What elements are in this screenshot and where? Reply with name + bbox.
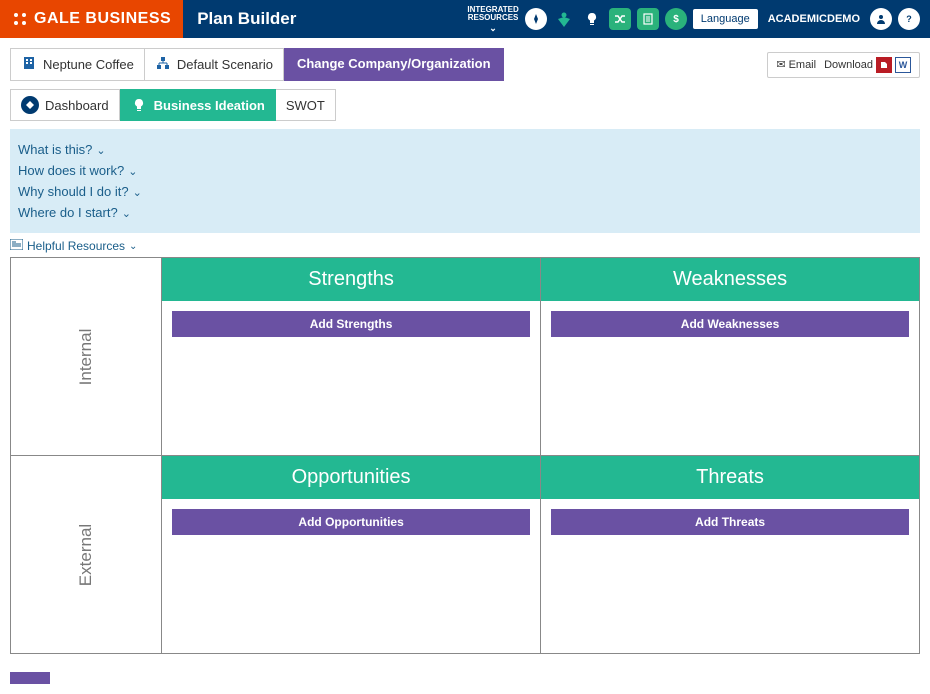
scenario-crumb-label: Default Scenario	[177, 57, 273, 72]
header: GALE BUSINESS Plan Builder INTEGRATEDRES…	[0, 0, 930, 38]
building-icon	[21, 55, 37, 74]
threats-header: Threats	[541, 456, 919, 499]
strengths-header: Strengths	[162, 258, 540, 301]
lightbulb-tab-icon	[130, 96, 148, 114]
help-icon[interactable]: ?	[898, 8, 920, 30]
add-weaknesses-button[interactable]: Add Weaknesses	[551, 311, 909, 337]
tab-bar: Dashboard Business Ideation SWOT	[10, 89, 920, 121]
app-title: Plan Builder	[183, 0, 467, 38]
faq-what-is-this[interactable]: What is this?⌄	[18, 139, 912, 160]
user-name: ACADEMICDEMO	[764, 13, 864, 25]
chevron-down-icon: ⌄	[133, 187, 142, 199]
helpful-resources-link[interactable]: Helpful Resources ⌄	[10, 233, 137, 257]
integrated-resources-button[interactable]: INTEGRATEDRESOURCES⌄	[467, 6, 518, 33]
quad-weaknesses: Weaknesses Add Weaknesses	[541, 258, 920, 456]
company-crumb-label: Neptune Coffee	[43, 57, 134, 72]
toolbar-row: Neptune Coffee Default Scenario Change C…	[10, 48, 920, 81]
chevron-down-icon: ⌄	[489, 24, 497, 33]
document-icon[interactable]	[637, 8, 659, 30]
quad-opportunities: Opportunities Add Opportunities	[162, 456, 541, 654]
chevron-down-icon: ⌄	[128, 166, 137, 178]
export-group: ✉ Email Download W	[767, 52, 920, 78]
lightbulb-icon[interactable]	[581, 8, 603, 30]
add-strengths-button[interactable]: Add Strengths	[172, 311, 530, 337]
quad-strengths: Strengths Add Strengths	[162, 258, 541, 456]
company-crumb[interactable]: Neptune Coffee	[10, 48, 145, 81]
axis-external: External	[11, 456, 162, 654]
email-button[interactable]: ✉ Email	[776, 58, 816, 71]
content-area: Neptune Coffee Default Scenario Change C…	[0, 38, 930, 694]
scenario-crumb[interactable]: Default Scenario	[145, 48, 284, 81]
money-icon[interactable]: $	[665, 8, 687, 30]
axis-external-label: External	[76, 523, 96, 585]
download-pdf-button[interactable]	[876, 57, 892, 73]
axis-internal: Internal	[11, 258, 162, 456]
tab-dashboard[interactable]: Dashboard	[10, 89, 120, 121]
download-label: Download	[824, 59, 873, 71]
change-company-button[interactable]: Change Company/Organization	[284, 48, 504, 81]
chevron-down-icon: ⌄	[96, 145, 105, 157]
tab-business-ideation[interactable]: Business Ideation	[120, 89, 276, 121]
add-opportunities-button[interactable]: Add Opportunities	[172, 509, 530, 535]
email-label: Email	[789, 59, 817, 71]
breadcrumb-group: Neptune Coffee Default Scenario Change C…	[10, 48, 504, 81]
chevron-down-icon: ⌄	[122, 208, 131, 220]
tab-dashboard-label: Dashboard	[45, 98, 109, 113]
tab-swot-label: SWOT	[286, 98, 325, 113]
axis-internal-label: Internal	[76, 328, 96, 385]
dashboard-icon	[21, 96, 39, 114]
weaknesses-header: Weaknesses	[541, 258, 919, 301]
envelope-icon: ✉	[776, 58, 785, 71]
shuffle-icon[interactable]	[609, 8, 631, 30]
download-group: Download W	[824, 57, 911, 73]
hierarchy-icon	[155, 55, 171, 74]
user-icon[interactable]	[870, 8, 892, 30]
add-threats-button[interactable]: Add Threats	[551, 509, 909, 535]
opportunities-header: Opportunities	[162, 456, 540, 499]
faq-how-does-it-work[interactable]: How does it work?⌄	[18, 160, 912, 181]
quad-threats: Threats Add Threats	[541, 456, 920, 654]
helpful-resources-label: Helpful Resources	[27, 239, 125, 253]
svg-text:?: ?	[906, 14, 912, 24]
faq-where-do-i-start[interactable]: Where do I start?⌄	[18, 202, 912, 223]
header-tools: INTEGRATEDRESOURCES⌄ $ Language ACADEMIC…	[467, 0, 930, 38]
newspaper-icon	[10, 239, 23, 253]
language-button[interactable]: Language	[693, 9, 758, 29]
gale-logo-icon	[12, 11, 28, 27]
tab-ideation-label: Business Ideation	[154, 98, 265, 113]
swot-grid: Internal Strengths Add Strengths Weaknes…	[10, 257, 920, 654]
brand-logo[interactable]: GALE BUSINESS	[0, 0, 183, 38]
bottom-button[interactable]	[10, 672, 50, 684]
faq-why-should-i[interactable]: Why should I do it?⌄	[18, 181, 912, 202]
compass-icon[interactable]	[525, 8, 547, 30]
chevron-down-icon: ⌄	[129, 241, 137, 252]
person-icon[interactable]	[553, 8, 575, 30]
faq-box: What is this?⌄ How does it work?⌄ Why sh…	[10, 129, 920, 233]
brand-text: GALE BUSINESS	[34, 10, 171, 28]
download-word-button[interactable]: W	[895, 57, 911, 73]
svg-text:$: $	[673, 14, 679, 25]
tab-swot[interactable]: SWOT	[276, 89, 336, 121]
